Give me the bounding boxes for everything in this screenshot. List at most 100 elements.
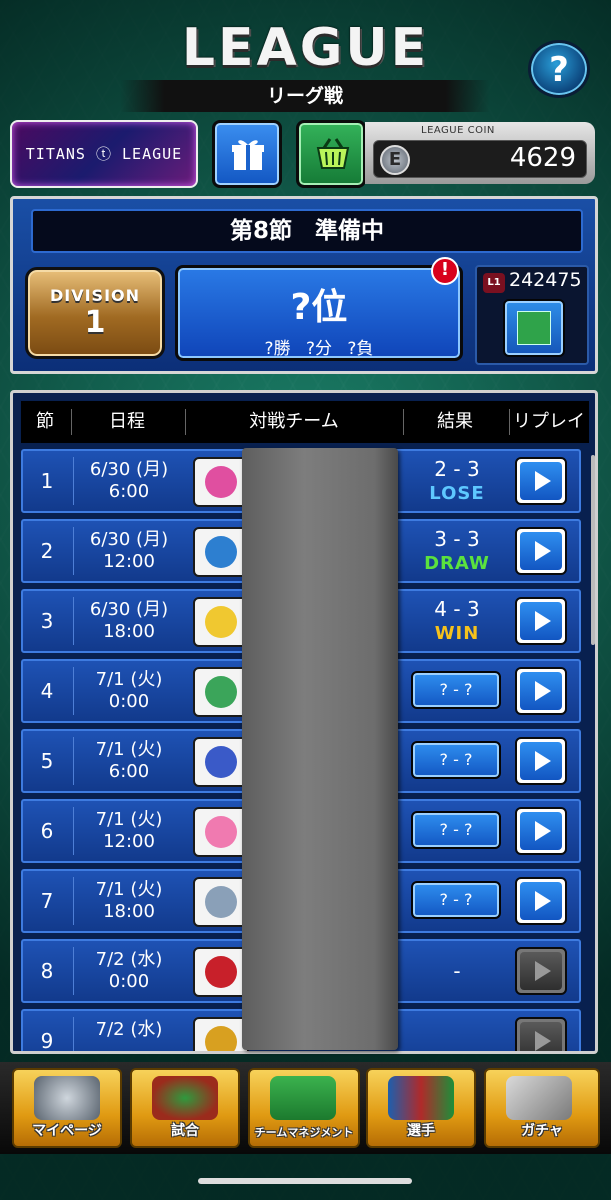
match-date: 7/2 (水) 0:00 <box>73 949 185 993</box>
match-time: 12:00 <box>103 831 155 852</box>
opponent-emblem[interactable] <box>193 597 249 647</box>
play-icon <box>520 812 562 850</box>
formation-button[interactable] <box>503 299 565 357</box>
play-icon <box>520 1022 562 1051</box>
league-coin-display: LEAGUE COIN E 4629 <box>365 122 595 184</box>
formation-icon <box>270 1076 336 1120</box>
replay-button[interactable] <box>515 947 567 995</box>
opponent-emblem[interactable] <box>193 947 249 997</box>
match-day: 7/2 (水) <box>95 949 163 970</box>
match-day: 7/1 (火) <box>95 669 163 690</box>
play-icon <box>520 952 562 990</box>
rank-button[interactable]: ?位 ?勝 ?分 ?負 <box>175 265 463 361</box>
level-badge: L1 <box>483 273 505 293</box>
opponent-emblem[interactable] <box>193 737 249 787</box>
nav-gacha-label: ガチャ <box>521 1123 563 1139</box>
titans-league-banner[interactable]: TITANS ⓣ LEAGUE <box>10 120 198 188</box>
nav-players[interactable]: 選手 <box>366 1068 476 1148</box>
replay-button[interactable] <box>515 877 567 925</box>
league-coin-field: E 4629 <box>373 140 587 178</box>
table-header: 節 日程 対戦チーム 結果 リプレイ <box>21 401 589 443</box>
round-status: 第8節 準備中 <box>31 209 583 253</box>
match-time: 18:00 <box>103 621 155 642</box>
nav-mypage[interactable]: マイページ <box>12 1068 122 1148</box>
nav-gacha[interactable]: ガチャ <box>484 1068 600 1148</box>
header-opponent: 対戦チーム <box>249 411 339 432</box>
page-subtitle: リーグ戦 <box>120 80 490 112</box>
match-score: 2 - 3 <box>434 457 480 481</box>
match-result: DRAW <box>424 553 490 574</box>
match-day: 6/30 (月) <box>89 599 169 620</box>
round-number: 9 <box>40 1029 54 1053</box>
shop-basket-button[interactable] <box>296 120 366 188</box>
nav-match-label: 試合 <box>171 1123 199 1139</box>
scrollbar[interactable] <box>591 455 595 645</box>
gift-icon <box>232 140 264 170</box>
nav-match[interactable]: 試合 <box>130 1068 240 1148</box>
replay-button[interactable] <box>515 667 567 715</box>
match-day: 7/1 (火) <box>95 809 163 830</box>
match-day: 6/30 (月) <box>89 459 169 480</box>
pending-score-button[interactable]: ? - ? <box>411 671 501 709</box>
pending-score-button[interactable]: ? - ? <box>411 881 501 919</box>
replay-button[interactable] <box>515 737 567 785</box>
mypage-icon <box>34 1076 100 1120</box>
pending-score-button[interactable]: ? - ? <box>411 811 501 849</box>
play-icon <box>520 602 562 640</box>
players-icon <box>388 1076 454 1120</box>
pending-score-button[interactable]: ? - ? <box>411 741 501 779</box>
match-result: WIN <box>434 623 480 644</box>
header-result: 結果 <box>437 411 473 432</box>
opponent-emblem[interactable] <box>193 527 249 577</box>
replay-button[interactable] <box>515 1017 567 1051</box>
match-time: 0:00 <box>108 971 150 992</box>
match-date: 7/1 (火) 12:00 <box>73 809 185 853</box>
division-button[interactable]: DIVISION 1 <box>25 267 165 359</box>
round-number: 6 <box>40 819 54 843</box>
division-label: DIVISION <box>49 286 141 305</box>
replay-button[interactable] <box>515 807 567 855</box>
league-status-panel: 第8節 準備中 DIVISION 1 ?位 ?勝 ?分 ?負 ! L1 2424… <box>10 196 598 374</box>
replay-button[interactable] <box>515 597 567 645</box>
match-score: 3 - 3 <box>434 527 480 551</box>
round-number: 5 <box>40 749 54 773</box>
match-time: 6:00 <box>108 481 150 502</box>
opponent-emblem[interactable] <box>193 877 249 927</box>
redaction-overlay <box>242 448 398 1050</box>
gift-button[interactable] <box>212 120 282 188</box>
team-strength-box: L1 242475 <box>475 265 589 365</box>
no-result: - <box>453 959 461 983</box>
nav-team-management[interactable]: チームマネジメント <box>248 1068 360 1148</box>
home-indicator[interactable] <box>198 1178 412 1184</box>
match-score: 4 - 3 <box>434 597 480 621</box>
stadium-icon <box>152 1076 218 1120</box>
round-number: 1 <box>40 469 54 493</box>
nav-mypage-label: マイページ <box>32 1123 102 1139</box>
match-time: 12:00 <box>103 551 155 572</box>
opponent-emblem[interactable] <box>193 457 249 507</box>
team-strength-value: 242475 <box>509 269 582 291</box>
basket-icon <box>316 138 350 169</box>
replay-button[interactable] <box>515 457 567 505</box>
coin-icon: E <box>380 145 410 175</box>
match-date: 7/1 (火) 6:00 <box>73 739 185 783</box>
replay-button[interactable] <box>515 527 567 575</box>
match-date: 6/30 (月) 6:00 <box>73 459 185 503</box>
round-number: 8 <box>40 959 54 983</box>
match-day: 7/1 (火) <box>95 879 163 900</box>
play-icon <box>520 532 562 570</box>
page-title: LEAGUE <box>181 18 430 78</box>
opponent-emblem[interactable] <box>193 807 249 857</box>
match-result: LOSE <box>429 483 485 504</box>
match-date: 6/30 (月) 12:00 <box>73 529 185 573</box>
nav-team-management-label: チームマネジメント <box>254 1126 354 1139</box>
opponent-emblem[interactable] <box>193 1017 249 1051</box>
alert-badge: ! <box>431 257 459 285</box>
header-round: 節 <box>36 411 54 432</box>
round-number: 4 <box>40 679 54 703</box>
opponent-emblem[interactable] <box>193 667 249 717</box>
league-coin-label: LEAGUE COIN <box>421 125 495 136</box>
help-button[interactable]: ? <box>528 40 590 98</box>
bottom-navigation: マイページ 試合 チームマネジメント 選手 ガチャ <box>0 1062 611 1154</box>
match-date: 7/2 (水) <box>73 1019 185 1041</box>
